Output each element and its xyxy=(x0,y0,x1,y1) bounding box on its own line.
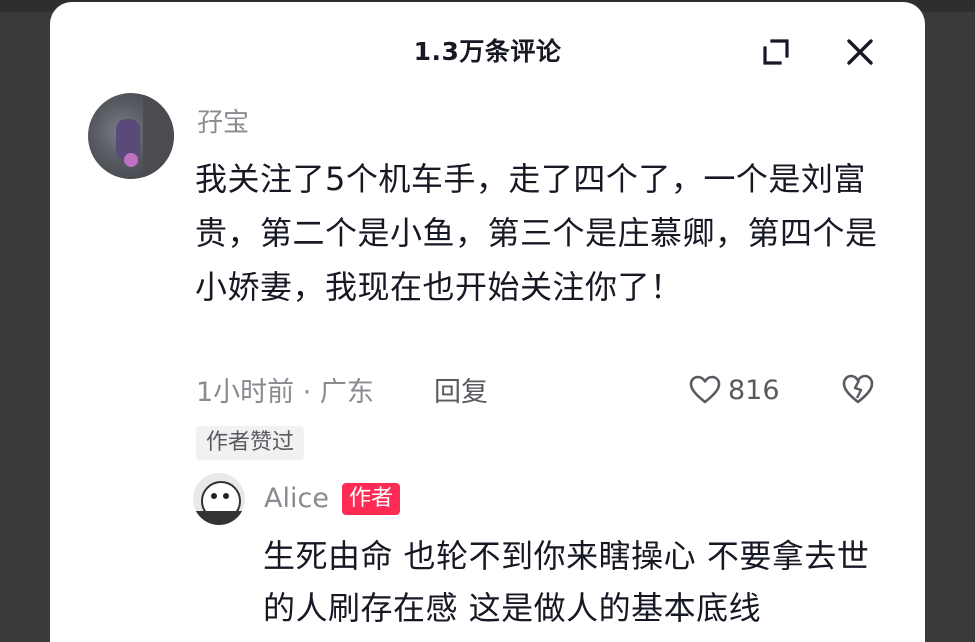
reply-button[interactable]: 回复 xyxy=(434,370,488,409)
comment-text: 我关注了5个机车手，走了四个了，一个是刘富贵，第二个是小鱼，第三个是庄慕卿，第四… xyxy=(195,160,878,306)
close-icon xyxy=(847,39,873,65)
author-badge: 作者 xyxy=(342,483,401,515)
reply-text: 生死由命 也轮不到你来瞎操心 不要拿去世的人刷存在感 这是做人的基本底线 xyxy=(263,537,870,627)
comments-panel: 1.3万条评论 孖宝 我关注了5个机车手，走了四个了，一个是刘富贵，第二个是小鱼… xyxy=(50,2,925,642)
reply-author-avatar[interactable] xyxy=(193,473,245,525)
dislike-button[interactable] xyxy=(840,371,876,407)
heart-icon xyxy=(689,375,721,404)
expand-icon xyxy=(763,39,789,65)
author-liked-badge: 作者赞过 xyxy=(196,426,305,460)
expand-button[interactable] xyxy=(756,32,796,72)
commenter-avatar[interactable] xyxy=(88,93,174,179)
like-count: 816 xyxy=(728,374,780,406)
comment-meta: 1小时前 · 广东 xyxy=(196,377,374,408)
broken-heart-icon xyxy=(842,374,874,404)
like-button[interactable]: 816 xyxy=(688,370,780,410)
close-button[interactable] xyxy=(840,32,880,72)
commenter-username[interactable]: 孖宝 xyxy=(197,102,249,139)
reply-author-username[interactable]: Alice xyxy=(264,483,329,514)
